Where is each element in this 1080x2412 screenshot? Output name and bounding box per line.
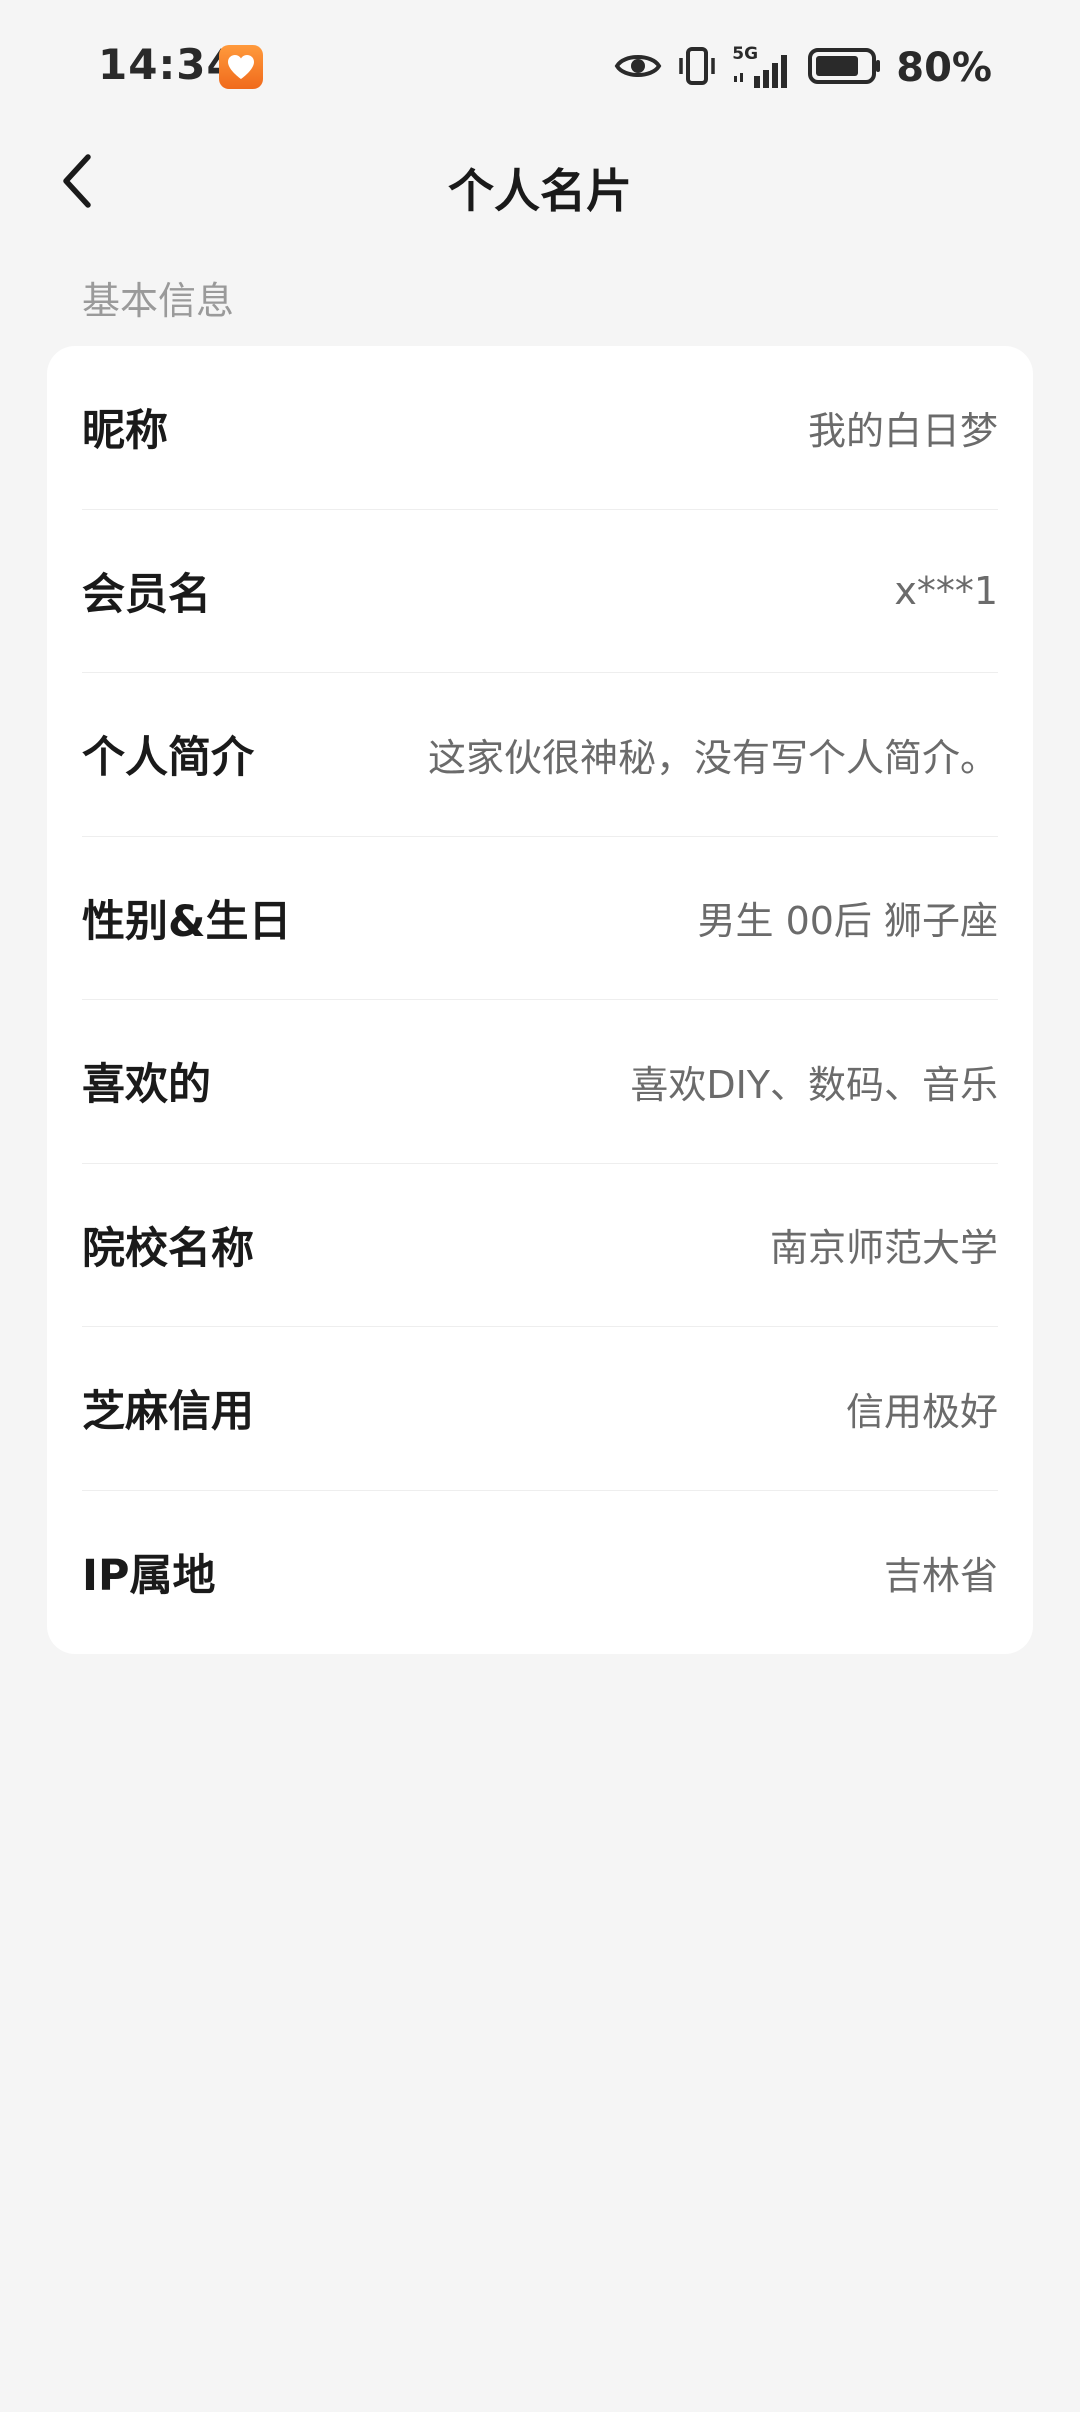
row-interests[interactable]: 喜欢的 喜欢DIY、数码、音乐 xyxy=(82,1000,998,1164)
page-title: 个人名片 xyxy=(448,164,632,218)
signal-icon: 5G xyxy=(732,44,794,90)
row-ip-location[interactable]: IP属地 吉林省 xyxy=(82,1491,998,1655)
row-label: 昵称 xyxy=(82,406,168,457)
row-label: 个人简介 xyxy=(82,733,254,784)
row-value: 南京师范大学 xyxy=(769,1226,998,1271)
row-label: 会员名 xyxy=(82,569,211,620)
eye-icon xyxy=(614,49,662,87)
battery-icon xyxy=(808,47,882,89)
row-value: 喜欢DIY、数码、音乐 xyxy=(630,1062,998,1107)
row-value: 吉林省 xyxy=(883,1553,998,1598)
row-label: IP属地 xyxy=(82,1551,216,1602)
row-label: 性别&生日 xyxy=(82,896,292,947)
row-bio[interactable]: 个人简介 这家伙很神秘，没有写个人简介。 xyxy=(82,673,998,837)
row-value: 男生 00后 狮子座 xyxy=(697,899,998,944)
status-time: 14:34 xyxy=(98,40,237,89)
vibrate-icon xyxy=(676,46,718,90)
row-label: 喜欢的 xyxy=(82,1060,211,1111)
row-label: 芝麻信用 xyxy=(82,1387,254,1438)
info-card: 昵称 我的白日梦 会员名 x***1 个人简介 这家伙很神秘，没有写个人简介。 … xyxy=(47,346,1033,1654)
nav-bar: 个人名片 xyxy=(0,135,1080,231)
row-value: 我的白日梦 xyxy=(807,408,998,453)
status-bar: 14:34 5G 80% xyxy=(0,0,1080,135)
row-gender-birthday[interactable]: 性别&生日 男生 00后 狮子座 xyxy=(82,837,998,1000)
row-value: 信用极好 xyxy=(845,1389,998,1434)
row-value: x***1 xyxy=(894,568,998,613)
section-header: 基本信息 xyxy=(82,279,235,323)
battery-percent: 80% xyxy=(896,45,992,91)
row-nickname[interactable]: 昵称 我的白日梦 xyxy=(82,346,998,510)
row-value: 这家伙很神秘，没有写个人简介。 xyxy=(427,735,998,780)
heart-app-icon xyxy=(219,45,263,89)
row-school[interactable]: 院校名称 南京师范大学 xyxy=(82,1164,998,1327)
row-label: 院校名称 xyxy=(82,1223,254,1274)
row-sesame-credit[interactable]: 芝麻信用 信用极好 xyxy=(82,1327,998,1491)
row-member-name[interactable]: 会员名 x***1 xyxy=(82,510,998,673)
status-icons: 5G 80% xyxy=(614,40,992,96)
